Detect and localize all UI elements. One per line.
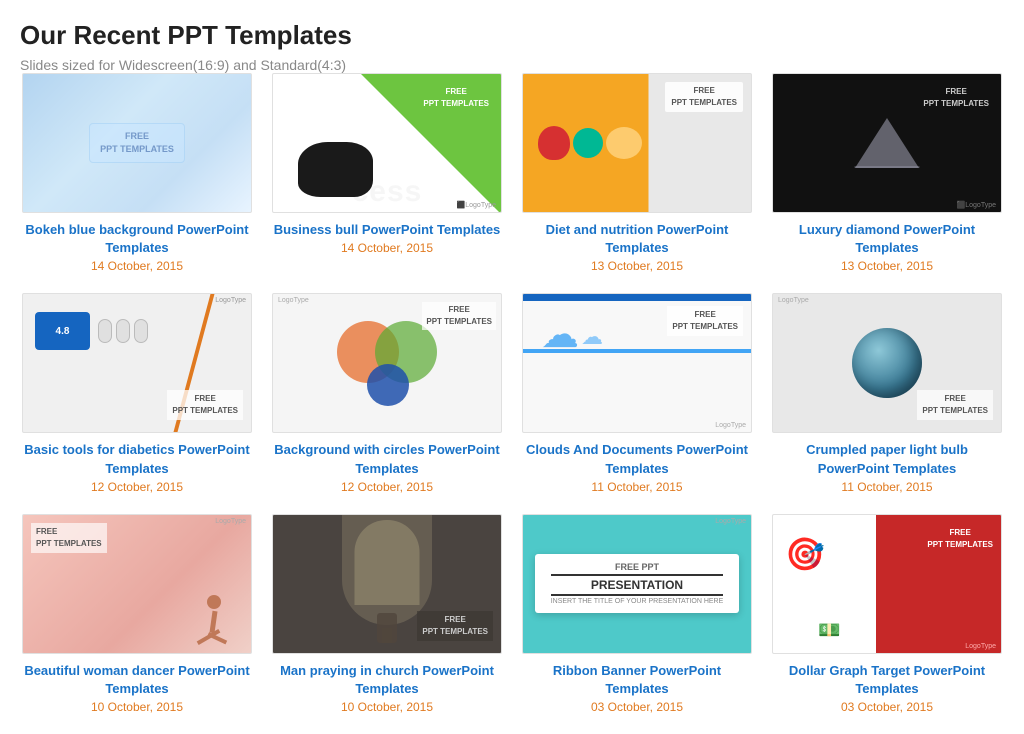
template-date-basic-tools-diabetics: 12 October, 2015 <box>91 480 183 494</box>
template-title-man-church: Man praying in church PowerPoint Templat… <box>272 662 502 698</box>
template-title-background-circles: Background with circles PowerPoint Templ… <box>272 441 502 477</box>
template-title-bokeh-blue: Bokeh blue background PowerPoint Templat… <box>22 221 252 257</box>
template-card-crumpled-bulb[interactable]: FREEPPT TEMPLATES LogoType Crumpled paper… <box>772 293 1002 493</box>
template-card-woman-dancer[interactable]: FREEPPT TEMPLATES LogoType Beautiful woma… <box>22 514 252 714</box>
template-date-diet-nutrition: 13 October, 2015 <box>591 259 683 273</box>
page-subtitle: Slides sized for Widescreen(16:9) and St… <box>20 57 1004 73</box>
template-date-business-bull: 14 October, 2015 <box>341 241 433 255</box>
template-card-business-bull[interactable]: FREEPPT TEMPLATES cess ⬛LogoType Business… <box>272 73 502 273</box>
template-card-bokeh-blue[interactable]: FREEPPT TEMPLATES Bokeh blue background … <box>22 73 252 273</box>
template-thumb-ribbon-banner: FREE PPT PRESENTATION INSERT THE TITLE O… <box>522 514 752 654</box>
template-card-man-church[interactable]: FREEPPT TEMPLATES Man praying in church P… <box>272 514 502 714</box>
template-date-luxury-diamond: 13 October, 2015 <box>841 259 933 273</box>
template-thumb-basic-tools-diabetics: 4.8 FREEPPT TEMPLATES LogoType <box>22 293 252 433</box>
template-title-clouds-documents: Clouds And Documents PowerPoint Template… <box>522 441 752 477</box>
template-card-ribbon-banner[interactable]: FREE PPT PRESENTATION INSERT THE TITLE O… <box>522 514 752 714</box>
template-title-business-bull: Business bull PowerPoint Templates <box>274 221 501 239</box>
template-date-crumpled-bulb: 11 October, 2015 <box>841 480 932 494</box>
template-thumb-background-circles: FREEPPT TEMPLATES LogoType <box>272 293 502 433</box>
template-thumb-crumpled-bulb: FREEPPT TEMPLATES LogoType <box>772 293 1002 433</box>
template-date-background-circles: 12 October, 2015 <box>341 480 433 494</box>
template-thumb-woman-dancer: FREEPPT TEMPLATES LogoType <box>22 514 252 654</box>
page-header: Our Recent PPT Templates Slides sized fo… <box>20 20 1004 73</box>
template-card-clouds-documents[interactable]: ☁ ☁ FREEPPT TEMPLATES LogoType Clouds And… <box>522 293 752 493</box>
template-thumb-diet-nutrition: FREEPPT TEMPLATES <box>522 73 752 213</box>
template-title-basic-tools-diabetics: Basic tools for diabetics PowerPoint Tem… <box>22 441 252 477</box>
template-thumb-dollar-target: 🎯 💵 FREEPPT TEMPLATES LogoType <box>772 514 1002 654</box>
template-thumb-clouds-documents: ☁ ☁ FREEPPT TEMPLATES LogoType <box>522 293 752 433</box>
template-title-woman-dancer: Beautiful woman dancer PowerPoint Templa… <box>22 662 252 698</box>
template-grid: FREEPPT TEMPLATES Bokeh blue background … <box>22 73 1002 714</box>
template-title-crumpled-bulb: Crumpled paper light bulb PowerPoint Tem… <box>772 441 1002 477</box>
template-date-ribbon-banner: 03 October, 2015 <box>591 700 683 714</box>
template-thumb-man-church: FREEPPT TEMPLATES <box>272 514 502 654</box>
template-title-diet-nutrition: Diet and nutrition PowerPoint Templates <box>522 221 752 257</box>
template-card-diet-nutrition[interactable]: FREEPPT TEMPLATES Diet and nutrition Powe… <box>522 73 752 273</box>
template-date-dollar-target: 03 October, 2015 <box>841 700 933 714</box>
template-card-basic-tools-diabetics[interactable]: 4.8 FREEPPT TEMPLATES LogoType Basic tool… <box>22 293 252 493</box>
template-date-clouds-documents: 11 October, 2015 <box>591 480 682 494</box>
template-date-bokeh-blue: 14 October, 2015 <box>91 259 183 273</box>
template-card-luxury-diamond[interactable]: FREEPPT TEMPLATES ⬛LogoType Luxury diamon… <box>772 73 1002 273</box>
page-title: Our Recent PPT Templates <box>20 20 1004 51</box>
template-card-dollar-target[interactable]: 🎯 💵 FREEPPT TEMPLATES LogoType Dollar Gra… <box>772 514 1002 714</box>
template-title-ribbon-banner: Ribbon Banner PowerPoint Templates <box>522 662 752 698</box>
template-date-woman-dancer: 10 October, 2015 <box>91 700 183 714</box>
template-thumb-luxury-diamond: FREEPPT TEMPLATES ⬛LogoType <box>772 73 1002 213</box>
template-date-man-church: 10 October, 2015 <box>341 700 433 714</box>
template-thumb-business-bull: FREEPPT TEMPLATES cess ⬛LogoType <box>272 73 502 213</box>
template-card-background-circles[interactable]: FREEPPT TEMPLATES LogoType Background wit… <box>272 293 502 493</box>
template-title-dollar-target: Dollar Graph Target PowerPoint Templates <box>772 662 1002 698</box>
template-title-luxury-diamond: Luxury diamond PowerPoint Templates <box>772 221 1002 257</box>
template-thumb-bokeh-blue: FREEPPT TEMPLATES <box>22 73 252 213</box>
